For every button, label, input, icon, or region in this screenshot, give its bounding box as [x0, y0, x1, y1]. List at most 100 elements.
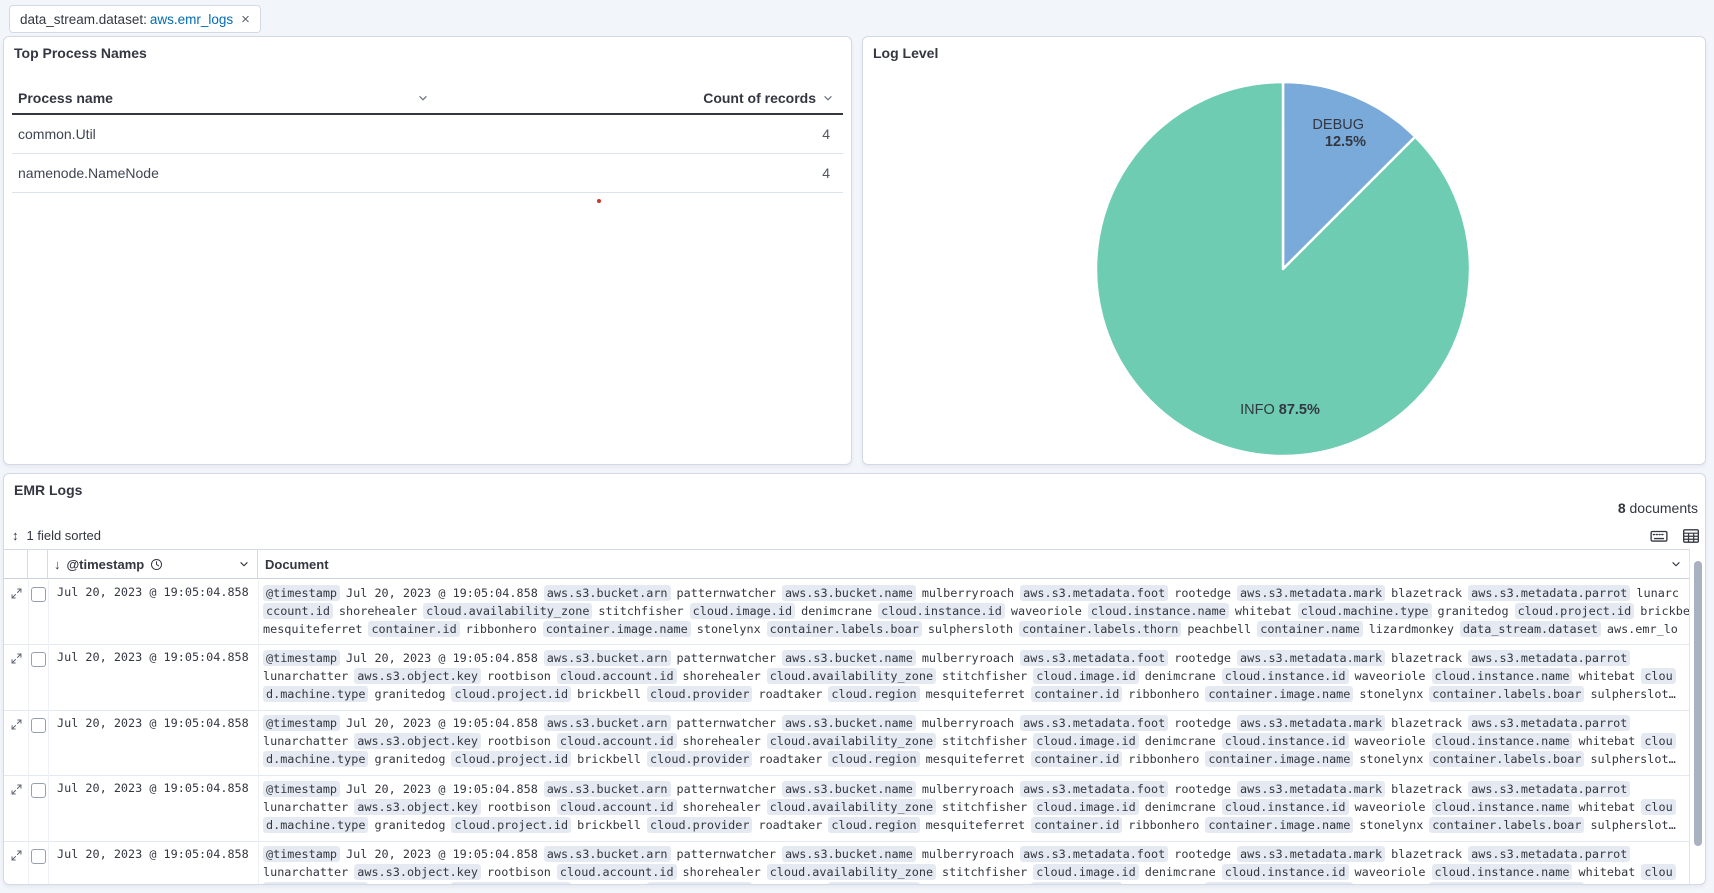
- field-value: shorehealer: [683, 865, 761, 879]
- document-line: lunarchatteraws.s3.object.keyrootbisoncl…: [263, 667, 1689, 685]
- field-name-badge: cloud.instance.id: [1222, 799, 1349, 815]
- document-line: mesquiteferretcontainer.idribbonherocont…: [263, 620, 1689, 638]
- field-value: rootbison: [487, 865, 551, 879]
- field-name-badge: aws.s3.bucket.arn: [544, 585, 671, 601]
- field-value: roadtaker: [758, 687, 822, 701]
- document-cell: @timestampJul 20, 2023 @ 19:05:04.858aws…: [263, 780, 1689, 834]
- panel-title: Top Process Names: [14, 45, 147, 61]
- field-value: Jul 20, 2023 @ 19:05:04.858: [346, 782, 538, 796]
- field-value: mulberryroach: [922, 586, 1014, 600]
- field-value: waveoriole: [1011, 604, 1082, 618]
- expand-document-button[interactable]: [9, 718, 23, 732]
- keyboard-icon: [1650, 527, 1668, 545]
- document-line: @timestampJul 20, 2023 @ 19:05:04.858aws…: [263, 780, 1689, 798]
- expand-document-button[interactable]: [9, 587, 23, 601]
- expand-document-button[interactable]: [9, 783, 23, 797]
- field-name-badge: @timestamp: [263, 650, 340, 666]
- row-checkbox[interactable]: [31, 587, 46, 602]
- grid-header-row: ↓ @timestamp Document: [4, 549, 1690, 579]
- remove-filter-icon[interactable]: ×: [241, 12, 250, 27]
- pie-slice-info[interactable]: [1096, 82, 1470, 456]
- row-checkbox[interactable]: [31, 783, 46, 798]
- document-line: @timestampJul 20, 2023 @ 19:05:04.858aws…: [263, 845, 1689, 863]
- field-name-badge: cloud.instance.name: [1432, 668, 1573, 684]
- document-line: d.machine.typegranitedogcloud.project.id…: [263, 881, 1689, 884]
- keyboard-shortcuts-button[interactable]: [1650, 527, 1668, 545]
- documents-count: 8 documents: [1618, 500, 1698, 516]
- field-value: waveoriole: [1355, 800, 1426, 814]
- field-value: granitedog: [374, 883, 445, 884]
- document-header-label: Document: [265, 557, 329, 572]
- field-name-badge: aws.s3.metadata.foot: [1020, 650, 1168, 666]
- field-value: ribbonhero: [1128, 883, 1199, 884]
- grid-header-timestamp[interactable]: ↓ @timestamp: [48, 550, 258, 578]
- field-name-badge: cloud.account.id: [557, 668, 677, 684]
- field-value: brickbe: [1640, 604, 1689, 618]
- field-name-badge: cloud.project.id: [1515, 603, 1635, 619]
- field-value: roadtaker: [758, 752, 822, 766]
- field-name-badge: cloud.region: [828, 882, 919, 884]
- process-name-cell: common.Util: [12, 126, 96, 142]
- field-name-badge: aws.s3.metadata.mark: [1237, 650, 1385, 666]
- field-value: sulpherslot…: [1590, 687, 1675, 701]
- field-name-badge: ccount.id: [263, 603, 333, 619]
- filter-value: aws.emr_logs: [150, 12, 233, 27]
- field-value: stitchfisher: [942, 669, 1027, 683]
- field-value: aws.emr_lo: [1607, 622, 1678, 636]
- sorted-fields-button[interactable]: ↕ 1 field sorted: [12, 528, 101, 543]
- row-checkbox[interactable]: [31, 652, 46, 667]
- field-value: blazetrack: [1391, 716, 1462, 730]
- field-value: rootedge: [1174, 651, 1231, 665]
- document-line: lunarchatteraws.s3.object.keyrootbisoncl…: [263, 798, 1689, 816]
- field-name-badge: aws.s3.bucket.arn: [544, 650, 671, 666]
- column-header-process-name[interactable]: Process name: [12, 90, 430, 106]
- field-value: lunarchatter: [263, 865, 348, 879]
- expand-icon: [10, 783, 23, 796]
- field-value: brickbell: [577, 752, 641, 766]
- timestamp-cell: Jul 20, 2023 @ 19:05:04.858: [57, 650, 249, 664]
- document-cell: @timestampJul 20, 2023 @ 19:05:04.858aws…: [263, 584, 1689, 638]
- field-value: whitebat: [1578, 734, 1635, 748]
- field-name-badge: d.machine.type: [263, 882, 368, 884]
- dashboard-filter-pill[interactable]: data_stream.dataset:aws.emr_logs ×: [9, 5, 261, 33]
- grid-header-document[interactable]: Document: [258, 550, 1690, 578]
- field-value: Jul 20, 2023 @ 19:05:04.858: [346, 716, 538, 730]
- expand-icon: [10, 652, 23, 665]
- expand-document-button[interactable]: [9, 849, 23, 863]
- field-value: stonelynx: [1359, 883, 1423, 884]
- field-name-badge: aws.s3.metadata.foot: [1020, 846, 1168, 862]
- field-name-badge: data_stream.dataset: [1460, 621, 1601, 637]
- display-options-grid-button[interactable]: [1682, 527, 1700, 545]
- field-name-badge: cloud.region: [828, 686, 919, 702]
- clock-icon: [150, 558, 163, 571]
- field-name-badge: clou: [1641, 668, 1675, 684]
- document-cell: @timestampJul 20, 2023 @ 19:05:04.858aws…: [263, 714, 1689, 768]
- field-name-badge: container.name: [1257, 621, 1362, 637]
- row-checkbox[interactable]: [31, 718, 46, 733]
- document-line: @timestampJul 20, 2023 @ 19:05:04.858aws…: [263, 714, 1689, 732]
- field-name-badge: cloud.availability_zone: [767, 799, 936, 815]
- field-value: granitedog: [374, 818, 445, 832]
- sorted-fields-label: 1 field sorted: [27, 528, 101, 543]
- column-header-count-of-records[interactable]: Count of records: [703, 90, 843, 106]
- count-of-records-cell: 4: [822, 165, 843, 181]
- row-checkbox[interactable]: [31, 849, 46, 864]
- field-value: granitedog: [1438, 604, 1509, 618]
- field-name-badge: cloud.project.id: [451, 686, 571, 702]
- field-name-badge: aws.s3.object.key: [354, 864, 481, 880]
- vertical-scrollbar[interactable]: [1694, 561, 1702, 846]
- table-grid-icon: [1682, 527, 1700, 545]
- column-label: Process name: [18, 90, 113, 106]
- field-value: rootedge: [1174, 716, 1231, 730]
- field-value: denimcrane: [1145, 865, 1216, 879]
- document-line: d.machine.typegranitedogcloud.project.id…: [263, 816, 1689, 834]
- field-value: stonelynx: [1359, 687, 1423, 701]
- field-name-badge: cloud.instance.name: [1432, 864, 1573, 880]
- column-divider: [48, 580, 49, 884]
- field-name-badge: @timestamp: [263, 715, 340, 731]
- timestamp-cell: Jul 20, 2023 @ 19:05:04.858: [57, 847, 249, 861]
- expand-document-button[interactable]: [9, 652, 23, 666]
- field-value: blazetrack: [1391, 782, 1462, 796]
- field-name-badge: aws.s3.metadata.parrot: [1468, 650, 1630, 666]
- table-header-row: Process name Count of records: [12, 83, 843, 115]
